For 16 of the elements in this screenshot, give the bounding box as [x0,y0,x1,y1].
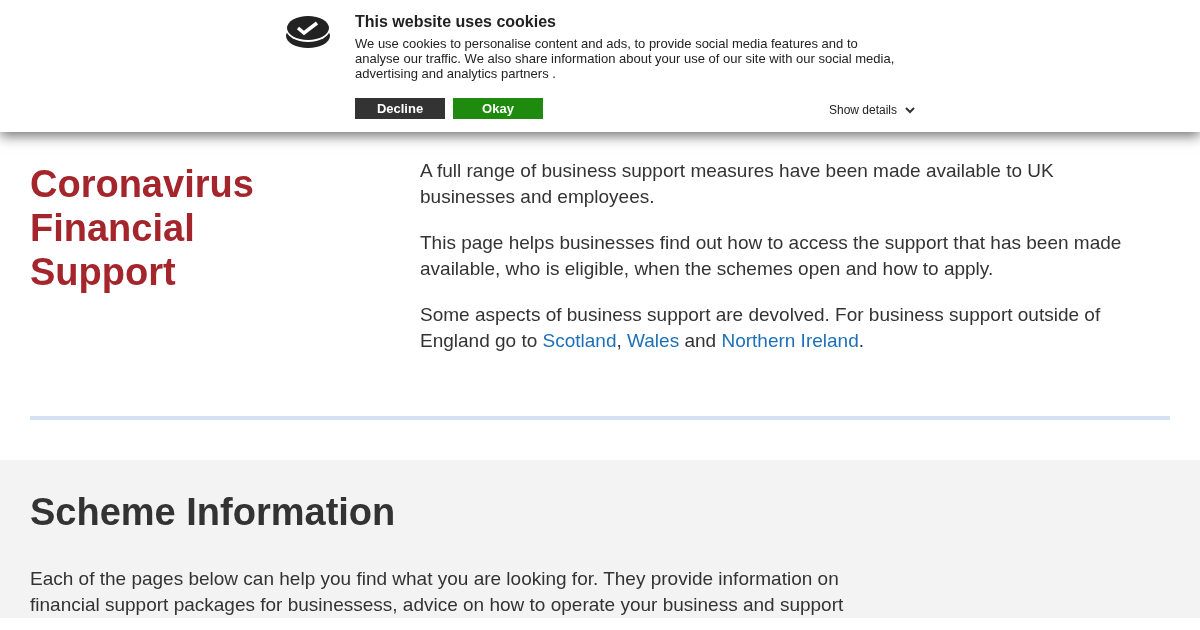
cookie-text: We use cookies to personalise content and ads, to provide social media features and to analyse our traffic. We also share information about your use of our site with our social media, advertising and analytics partners . [355,36,896,81]
region-link[interactable]: Scotland [542,330,617,351]
cookie-title: This website uses cookies [355,12,557,32]
section-heading: Scheme Information [30,490,397,534]
intro-paragraph: Some aspects of business support are devolved. For business support outside of England go to Scotland, Wales and Northern Ireland. [420,303,1102,353]
intro-paragraph: A full range of business support measures have been made available to UK businesses and employees. [420,159,1055,209]
decline-button[interactable]: Decline [355,98,445,119]
chevron-down-icon [905,106,915,114]
cookie-check-icon [285,14,331,50]
region-link[interactable]: Northern Ireland [721,330,859,351]
page-title: Coronavirus Financial Support [30,162,255,294]
region-link[interactable]: Wales [627,330,680,351]
show-details-link[interactable]: Show details [828,97,915,123]
section-paragraph: Each of the pages below can help you find what you are looking for. They provide information on financial support packages for businessess, advice on how to operate your business and support [30,567,845,617]
okay-button[interactable]: Okay [453,98,543,119]
intro-paragraph: This page helps businesses find out how to access the support that has been made available, who is eligible, when the schemes open and how to apply. [420,231,1123,281]
